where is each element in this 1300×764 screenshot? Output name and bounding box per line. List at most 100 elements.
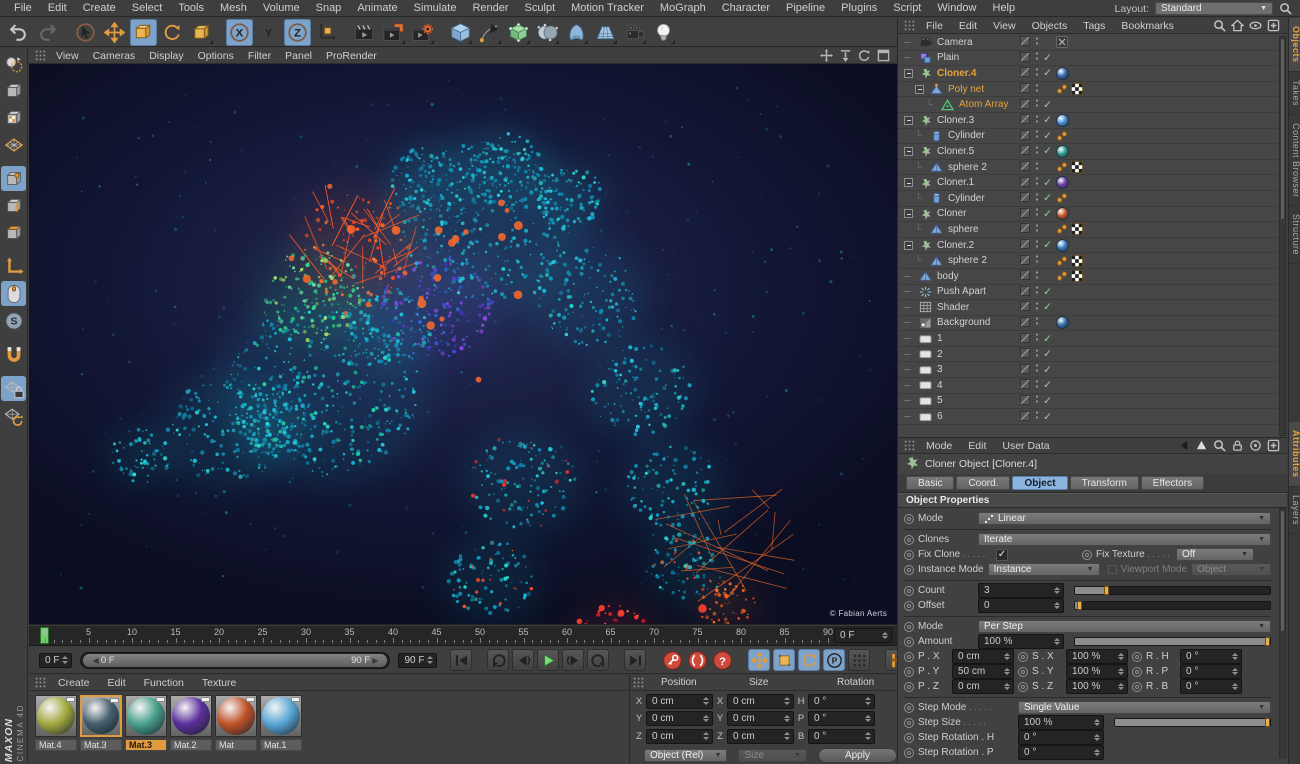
next-frame-button[interactable]: [562, 649, 585, 671]
viewport-menu-display[interactable]: Display: [142, 50, 190, 62]
coordinate-system-button[interactable]: [313, 19, 340, 46]
viewport-menu-prorender[interactable]: ProRender: [319, 50, 384, 62]
visibility-dots-icon[interactable]: [1035, 206, 1039, 221]
object-row-atom-array[interactable]: └ Atom Array ✓: [898, 97, 1280, 113]
layer-icon[interactable]: [1020, 192, 1032, 204]
collapse-icon[interactable]: [904, 115, 913, 125]
previous-frame-button[interactable]: [512, 649, 535, 671]
viewport-tweak-button[interactable]: [1, 281, 26, 306]
object-tree-scrollbar[interactable]: [1279, 36, 1286, 436]
enabled-check-icon[interactable]: ✓: [1042, 177, 1053, 189]
search-icon[interactable]: [1279, 2, 1292, 15]
keyframe-circle-icon[interactable]: [904, 651, 914, 662]
enabled-check-icon[interactable]: ✓: [1042, 395, 1053, 407]
lock-y-axis-button[interactable]: Y: [255, 19, 282, 46]
keyframe-circle-icon[interactable]: [904, 621, 914, 632]
collapse-icon[interactable]: [904, 209, 913, 219]
panel-grip-icon[interactable]: [904, 20, 916, 32]
visibility-dots-icon[interactable]: [1035, 331, 1039, 346]
material-tag-icon[interactable]: [1056, 144, 1069, 158]
previous-key-button[interactable]: [487, 649, 510, 671]
layer-icon[interactable]: [1020, 51, 1032, 64]
material-thumbnail[interactable]: [35, 695, 77, 737]
am-arrow-icon[interactable]: [1195, 439, 1208, 452]
visibility-dots-icon[interactable]: [1035, 300, 1039, 315]
goto-start-button[interactable]: [450, 649, 473, 671]
material-mat-4[interactable]: Mat.4: [35, 695, 77, 751]
material-label[interactable]: Mat.3: [80, 739, 122, 751]
layer-icon[interactable]: [1020, 410, 1032, 423]
layer-icon[interactable]: [1020, 145, 1032, 157]
main-menu-file[interactable]: File: [6, 2, 40, 14]
object-row-poly-net[interactable]: Poly net: [898, 82, 1280, 98]
layer-icon[interactable]: [1020, 363, 1032, 376]
layer-icon[interactable]: [1020, 207, 1032, 220]
main-menu-snap[interactable]: Snap: [308, 2, 350, 14]
layer-icon[interactable]: [1020, 176, 1032, 189]
collapse-icon[interactable]: [904, 240, 913, 250]
workplane-rotate-button[interactable]: [1, 403, 26, 428]
material-label[interactable]: Mat: [215, 739, 257, 751]
current-frame-field[interactable]: 0 F: [39, 652, 73, 668]
visibility-dots-icon[interactable]: [1035, 393, 1039, 408]
coordinate-h-field[interactable]: 0 °: [808, 693, 875, 709]
step-size-field[interactable]: 100 %: [1018, 715, 1104, 730]
count-field[interactable]: 3: [978, 583, 1064, 598]
om-add-panel-icon[interactable]: [1267, 19, 1280, 32]
object-row-cylinder[interactable]: └ Cylinder ✓: [898, 129, 1280, 145]
main-menu-edit[interactable]: Edit: [40, 2, 75, 14]
edges-mode-button[interactable]: [1, 193, 26, 218]
enabled-check-icon[interactable]: ✓: [1042, 145, 1053, 157]
material-mat-3[interactable]: Mat.3: [80, 695, 122, 751]
timeline-range-track[interactable]: ◀ 0 F 90 F ▶: [80, 651, 391, 669]
side-tab-takes[interactable]: Takes: [1289, 72, 1300, 115]
main-menu-mograph[interactable]: MoGraph: [652, 2, 714, 14]
object-menu-bookmarks[interactable]: Bookmarks: [1113, 20, 1182, 32]
offset-slider[interactable]: [1074, 601, 1271, 610]
material-thumbnail[interactable]: [125, 695, 167, 737]
keyframe-circle-icon[interactable]: [1018, 666, 1028, 677]
material-thumbnail[interactable]: [170, 695, 212, 737]
stepper-icon[interactable]: [881, 632, 889, 640]
enabled-check-icon[interactable]: ✓: [1042, 348, 1053, 360]
layer-icon[interactable]: [1020, 129, 1032, 142]
attribute-scrollbar[interactable]: [1279, 508, 1286, 758]
main-menu-animate[interactable]: Animate: [349, 2, 405, 14]
object-row-camera[interactable]: Camera: [898, 35, 1280, 51]
end-frame-field[interactable]: 90 F: [398, 652, 438, 668]
layer-icon[interactable]: [1020, 270, 1032, 282]
material-tag-icon[interactable]: [1056, 238, 1069, 252]
coordinate-z-field[interactable]: 0 cm: [727, 728, 794, 744]
object-row-background[interactable]: Background: [898, 316, 1280, 332]
coordinate-mode-select[interactable]: Object (Rel) ▼: [644, 748, 728, 762]
coordinate-z-field[interactable]: 0 cm: [646, 728, 713, 744]
attribute-menu-user-data[interactable]: User Data: [994, 440, 1057, 452]
tab-coord[interactable]: Coord.: [956, 476, 1011, 490]
snap-settings-button[interactable]: S: [1, 308, 26, 333]
keyframe-position-toggle[interactable]: [748, 649, 771, 671]
panel-grip-icon[interactable]: [904, 440, 916, 452]
main-menu-help[interactable]: Help: [985, 2, 1024, 14]
material-mat-1[interactable]: Mat.1: [260, 695, 302, 751]
material-mat-2[interactable]: Mat.2: [170, 695, 212, 751]
enabled-check-icon[interactable]: ✓: [1042, 192, 1053, 204]
coordinate-y-field[interactable]: 0 cm: [727, 711, 794, 726]
main-menu-create[interactable]: Create: [75, 2, 124, 14]
enabled-check-icon[interactable]: ✓: [1042, 301, 1053, 313]
main-menu-plugins[interactable]: Plugins: [833, 2, 885, 14]
amount-field[interactable]: 100 %: [978, 634, 1064, 649]
model-mode-button[interactable]: [1, 78, 26, 103]
workplane-mode-button[interactable]: [1, 132, 26, 157]
size-mode-select[interactable]: Size ▼: [738, 748, 807, 762]
coordinate-x-field[interactable]: 0 cm: [646, 693, 713, 709]
layer-icon[interactable]: [1020, 223, 1032, 235]
collapse-icon[interactable]: [904, 146, 913, 156]
magnet-snap-button[interactable]: [1, 342, 26, 367]
object-menu-view[interactable]: View: [985, 20, 1024, 32]
object-row-cloner-3[interactable]: Cloner.3 ✓: [898, 113, 1280, 129]
visibility-dots-icon[interactable]: [1035, 144, 1039, 159]
layer-icon[interactable]: [1020, 83, 1032, 95]
material-tag-icon[interactable]: [1056, 316, 1069, 330]
material-thumbnail[interactable]: [80, 695, 122, 737]
lock-z-axis-button[interactable]: Z: [284, 18, 311, 46]
